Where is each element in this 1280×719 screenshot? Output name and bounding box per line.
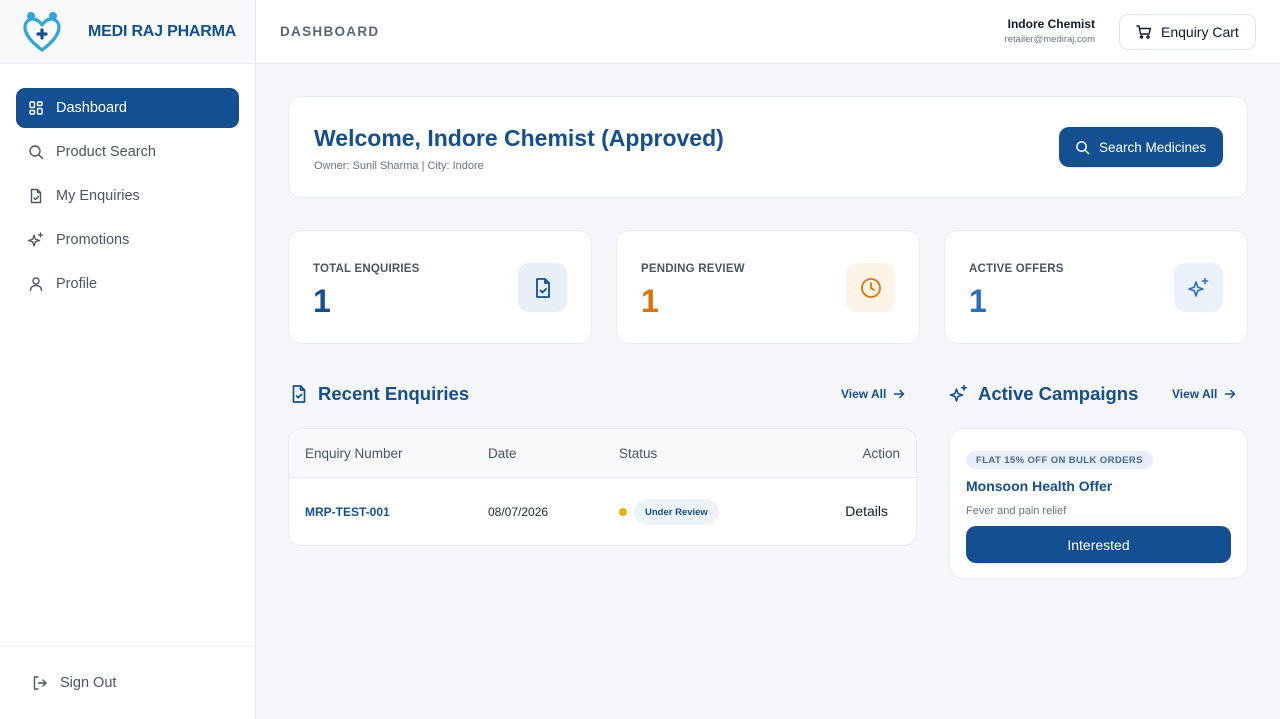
status-cell: Under Review	[619, 499, 719, 525]
sparkles-icon	[949, 384, 969, 404]
log-out-icon	[32, 675, 48, 691]
page-title: DASHBOARD	[280, 24, 380, 39]
sidebar-item-label: Profile	[56, 276, 98, 292]
campaign-card: FLAT 15% OFF ON BULK ORDERS Monsoon Heal…	[949, 428, 1248, 579]
stat-label: TOTAL ENQUIRIES	[313, 263, 420, 275]
stat-card-pending-review: PENDING REVIEW 1	[616, 230, 920, 344]
stat-value: 1	[313, 283, 331, 319]
sidebar-item-label: Dashboard	[56, 100, 127, 116]
file-check-icon	[28, 188, 44, 204]
heart-plus-logo-icon	[23, 11, 61, 52]
sidebar-item-my-enquiries[interactable]: My Enquiries	[16, 176, 239, 216]
user-email: retailer@mediraj.com	[1004, 34, 1095, 45]
sparkles-icon	[28, 232, 44, 248]
stat-value: 1	[969, 283, 987, 319]
cart-icon	[1136, 24, 1152, 40]
welcome-subtitle: Owner: Sunil Sharma | City: Indore	[314, 160, 484, 172]
user-name: Indore Chemist	[1007, 17, 1095, 31]
enquiry-number-link[interactable]: MRP-TEST-001	[305, 505, 390, 519]
stat-card-total-enquiries: TOTAL ENQUIRIES 1	[288, 230, 592, 344]
sidebar-item-label: Promotions	[56, 232, 130, 248]
status-dot	[619, 508, 627, 516]
view-all-label: View All	[1172, 387, 1218, 401]
active-campaigns-heading: Active Campaigns	[949, 383, 1138, 405]
sparkles-icon	[1174, 263, 1223, 312]
campaign-description: Fever and pain relief	[966, 505, 1067, 517]
sign-out-button[interactable]: Sign Out	[0, 646, 255, 719]
recent-enquiries-title: Recent Enquiries	[318, 383, 470, 404]
file-check-icon	[518, 263, 567, 312]
brand[interactable]: MEDI RAJ PHARMA	[0, 0, 255, 64]
sidebar-nav: Dashboard Product Search My Enquiries Pr…	[0, 64, 255, 304]
stat-card-active-offers: ACTIVE OFFERS 1	[944, 230, 1248, 344]
sidebar-item-label: Product Search	[56, 144, 156, 160]
sign-out-label: Sign Out	[60, 675, 117, 691]
arrow-right-icon	[893, 388, 905, 400]
brand-name: MEDI RAJ PHARMA	[88, 22, 237, 40]
status-badge: Under Review	[634, 499, 719, 525]
sidebar-item-profile[interactable]: Profile	[16, 264, 239, 304]
stat-label: ACTIVE OFFERS	[969, 263, 1064, 275]
user-icon	[28, 276, 44, 292]
campaign-title: Monsoon Health Offer	[966, 478, 1113, 494]
sidebar-item-dashboard[interactable]: Dashboard	[16, 88, 239, 128]
recent-enquiries-view-all-link[interactable]: View All	[841, 387, 905, 401]
stat-label: PENDING REVIEW	[641, 263, 745, 275]
view-all-label: View All	[841, 387, 887, 401]
enquiry-cart-button[interactable]: Enquiry Cart	[1119, 14, 1256, 50]
details-button[interactable]: Details	[845, 503, 888, 519]
top-header: DASHBOARD Indore Chemist retailer@medira…	[256, 0, 1280, 64]
search-medicines-button[interactable]: Search Medicines	[1059, 127, 1223, 167]
grid-icon	[28, 100, 44, 116]
arrow-right-icon	[1224, 388, 1236, 400]
sidebar-item-promotions[interactable]: Promotions	[16, 220, 239, 260]
column-header: Status	[619, 446, 658, 461]
stat-value: 1	[641, 283, 659, 319]
welcome-title: Welcome, Indore Chemist (Approved)	[314, 125, 724, 151]
file-check-icon	[289, 384, 309, 404]
sidebar-item-label: My Enquiries	[56, 188, 140, 204]
sidebar: MEDI RAJ PHARMA Dashboard Product Search…	[0, 0, 256, 719]
enquiry-cart-label: Enquiry Cart	[1161, 24, 1239, 40]
table-header: Enquiry Number Date Status Action	[289, 429, 916, 478]
recent-enquiries-heading: Recent Enquiries	[289, 383, 469, 405]
column-header: Date	[488, 446, 517, 461]
sidebar-item-product-search[interactable]: Product Search	[16, 132, 239, 172]
search-icon	[28, 144, 44, 160]
campaign-badge: FLAT 15% OFF ON BULK ORDERS	[966, 451, 1153, 469]
column-header: Enquiry Number	[305, 446, 403, 461]
search-medicines-label: Search Medicines	[1099, 139, 1207, 155]
user-info: Indore Chemist retailer@mediraj.com	[1005, 17, 1095, 45]
search-icon	[1075, 140, 1090, 155]
recent-enquiries-table: Enquiry Number Date Status Action MRP-TE…	[288, 428, 917, 546]
interested-button[interactable]: Interested	[966, 526, 1231, 563]
enquiry-date: 08/07/2026	[488, 505, 549, 519]
active-campaigns-title: Active Campaigns	[978, 383, 1139, 404]
clock-icon	[846, 263, 895, 312]
table-row[interactable]: MRP-TEST-001 08/07/2026 Under Review Det…	[289, 478, 916, 545]
welcome-card: Welcome, Indore Chemist (Approved) Owner…	[288, 96, 1248, 198]
column-header: Action	[862, 446, 900, 461]
active-campaigns-view-all-link[interactable]: View All	[1172, 387, 1236, 401]
